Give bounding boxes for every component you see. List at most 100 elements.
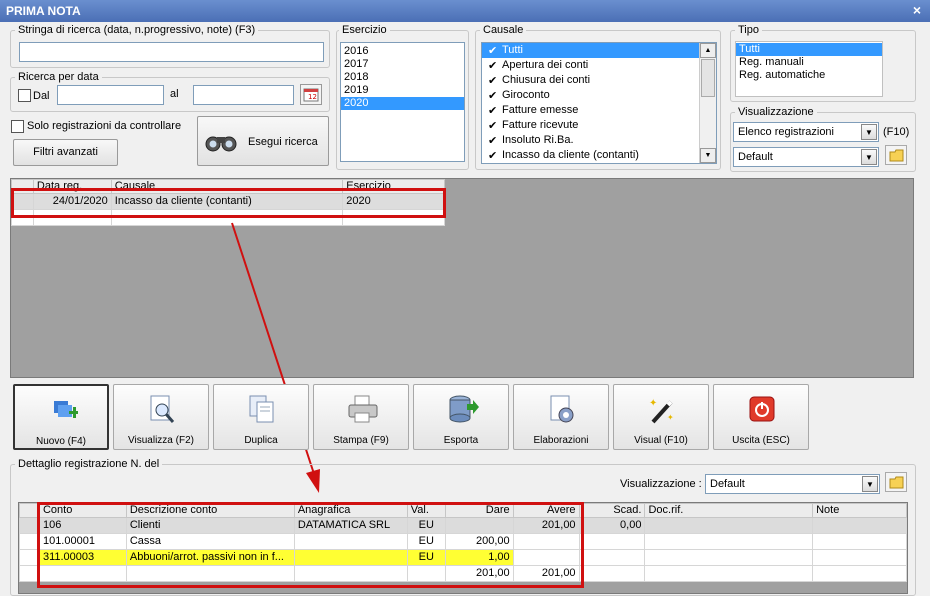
scroll-up-icon[interactable]: ▲ xyxy=(700,43,716,58)
causale-item[interactable]: ✔ Tutti xyxy=(482,43,716,58)
chevron-down-icon[interactable]: ▼ xyxy=(861,124,877,140)
advanced-filters-button[interactable]: Filtri avanzati xyxy=(13,139,118,166)
column-header[interactable]: Data reg. xyxy=(32,179,112,194)
folder-icon[interactable] xyxy=(885,145,907,165)
cell-descrizione[interactable]: Cassa xyxy=(125,533,295,550)
cell-dare[interactable] xyxy=(444,517,514,534)
table-row[interactable]: 24/01/2020 Incasso da cliente (contanti)… xyxy=(11,193,445,210)
causale-item-label: Fatture emesse xyxy=(502,104,579,116)
row-selector[interactable] xyxy=(19,533,40,550)
cell-anagrafica[interactable] xyxy=(293,533,408,550)
exercise-list[interactable]: 2016 2017 2018 2019 2020 xyxy=(340,42,465,162)
column-header[interactable]: Val. xyxy=(406,503,446,518)
cell-dare[interactable]: 200,00 xyxy=(444,533,514,550)
column-header[interactable]: Anagrafica xyxy=(293,503,408,518)
date-from-input[interactable] xyxy=(57,85,164,105)
scroll-thumb[interactable] xyxy=(701,59,715,97)
cell-avere[interactable] xyxy=(512,533,580,550)
column-header[interactable]: Causale xyxy=(110,179,344,194)
cell-docrif[interactable] xyxy=(644,517,814,534)
causale-item[interactable]: ✔ Incasso da cliente (contanti) xyxy=(482,148,716,163)
cell-causale[interactable]: Incasso da cliente (contanti) xyxy=(110,193,344,210)
new-button[interactable]: Nuovo (F4) xyxy=(13,384,109,450)
exercise-item[interactable]: 2018 xyxy=(341,71,464,84)
scroll-down-icon[interactable]: ▼ xyxy=(700,148,716,163)
close-icon[interactable]: × xyxy=(910,2,924,18)
calendar-icon[interactable]: 12 xyxy=(300,84,322,105)
print-button[interactable]: Stampa (F9) xyxy=(313,384,409,450)
visualization-combo[interactable]: Elenco registrazioni ▼ xyxy=(733,122,879,142)
duplicate-button[interactable]: Duplica xyxy=(213,384,309,450)
column-header[interactable]: Doc.rif. xyxy=(644,503,814,518)
column-header[interactable]: Descrizione conto xyxy=(125,503,295,518)
cell-note[interactable] xyxy=(812,549,907,566)
table-row[interactable]: 101.00001 Cassa EU 200,00 xyxy=(19,533,907,550)
cell-conto[interactable]: 106 xyxy=(38,517,127,534)
causale-item[interactable]: ✔ Insoluto Ri.Ba. xyxy=(482,133,716,148)
tipo-item[interactable]: Reg. manuali xyxy=(736,56,882,69)
row-selector[interactable] xyxy=(19,549,40,566)
row-selector[interactable] xyxy=(11,193,34,210)
chevron-down-icon[interactable]: ▼ xyxy=(861,149,877,165)
cell-scadenza[interactable] xyxy=(578,549,646,566)
tipo-list[interactable]: Tutti Reg. manuali Reg. automatiche xyxy=(735,41,883,97)
cell-anagrafica[interactable]: DATAMATICA SRL xyxy=(293,517,408,534)
cell-descrizione[interactable]: Clienti xyxy=(125,517,295,534)
causale-item[interactable]: ✔ Giroconto xyxy=(482,88,716,103)
view-button[interactable]: Visualizza (F2) xyxy=(113,384,209,450)
tipo-item-selected[interactable]: Tutti xyxy=(736,43,882,56)
tipo-item[interactable]: Reg. automatiche xyxy=(736,69,882,82)
column-header[interactable]: Esercizio xyxy=(342,179,445,194)
exercise-item[interactable]: 2017 xyxy=(341,58,464,71)
exercise-item[interactable]: 2019 xyxy=(341,84,464,97)
cell-conto[interactable]: 311.00003 xyxy=(38,549,127,566)
cell-note[interactable] xyxy=(812,517,907,534)
column-header[interactable]: Conto xyxy=(38,503,127,518)
exit-button[interactable]: Uscita (ESC) xyxy=(713,384,809,450)
only-to-check-checkbox[interactable] xyxy=(11,120,24,133)
causale-item[interactable]: ✔ Fatture ricevute xyxy=(482,118,716,133)
causale-item[interactable]: ✔ Apertura dei conti xyxy=(482,58,716,73)
layout-combo[interactable]: Default ▼ xyxy=(733,147,879,167)
cell-valuta[interactable]: EU xyxy=(406,533,446,550)
table-row[interactable]: 311.00003 Abbuoni/arrot. passivi non in … xyxy=(19,549,907,566)
cell-note[interactable] xyxy=(812,533,907,550)
visual-button[interactable]: ✦ ✦ Visual (F10) xyxy=(613,384,709,450)
causale-item[interactable]: ✔ Fatture emesse xyxy=(482,103,716,118)
detail-visualization-combo[interactable]: Default ▼ xyxy=(705,474,880,494)
column-header[interactable]: Scad. xyxy=(578,503,646,518)
cell-scadenza[interactable]: 0,00 xyxy=(578,517,646,534)
cell-anagrafica[interactable] xyxy=(293,549,408,566)
causale-list[interactable]: ✔ Tutti ✔ Apertura dei conti ✔ Chiusura dei… xyxy=(481,42,717,164)
exercise-item-selected[interactable]: 2020 xyxy=(341,97,464,110)
cell-valuta[interactable]: EU xyxy=(406,517,446,534)
table-row[interactable]: 106 Clienti DATAMATICA SRL EU 201,00 0,0… xyxy=(19,517,907,534)
exercise-item[interactable]: 2016 xyxy=(341,45,464,58)
column-header[interactable]: Note xyxy=(812,503,907,518)
column-header[interactable]: Dare xyxy=(444,503,514,518)
cell-docrif[interactable] xyxy=(644,549,814,566)
cell-valuta[interactable]: EU xyxy=(406,549,446,566)
run-search-button[interactable]: Esegui ricerca xyxy=(197,116,329,166)
cell-date[interactable]: 24/01/2020 xyxy=(32,193,112,210)
cell-conto[interactable]: 101.00001 xyxy=(38,533,127,550)
cell-descrizione[interactable]: Abbuoni/arrot. passivi non in f... xyxy=(125,549,295,566)
causale-item[interactable]: ✔ Chiusura dei conti xyxy=(482,73,716,88)
search-input[interactable] xyxy=(19,42,324,62)
chevron-down-icon[interactable]: ▼ xyxy=(862,476,878,492)
cell-avere[interactable] xyxy=(512,549,580,566)
process-button[interactable]: Elaborazioni xyxy=(513,384,609,450)
date-from-checkbox[interactable] xyxy=(18,89,31,102)
row-selector[interactable] xyxy=(19,517,40,534)
cell-docrif[interactable] xyxy=(644,533,814,550)
cell-scadenza[interactable] xyxy=(578,533,646,550)
export-button[interactable]: Esporta xyxy=(413,384,509,450)
cell-dare[interactable]: 1,00 xyxy=(444,549,514,566)
folder-icon[interactable] xyxy=(885,472,907,492)
column-header[interactable]: Avere xyxy=(512,503,580,518)
date-to-input[interactable] xyxy=(193,85,294,105)
total-avere: 201,00 xyxy=(512,565,580,582)
cell-avere[interactable]: 201,00 xyxy=(512,517,580,534)
causale-scrollbar[interactable]: ▲ ▼ xyxy=(699,43,716,163)
cell-esercizio[interactable]: 2020 xyxy=(342,193,445,210)
